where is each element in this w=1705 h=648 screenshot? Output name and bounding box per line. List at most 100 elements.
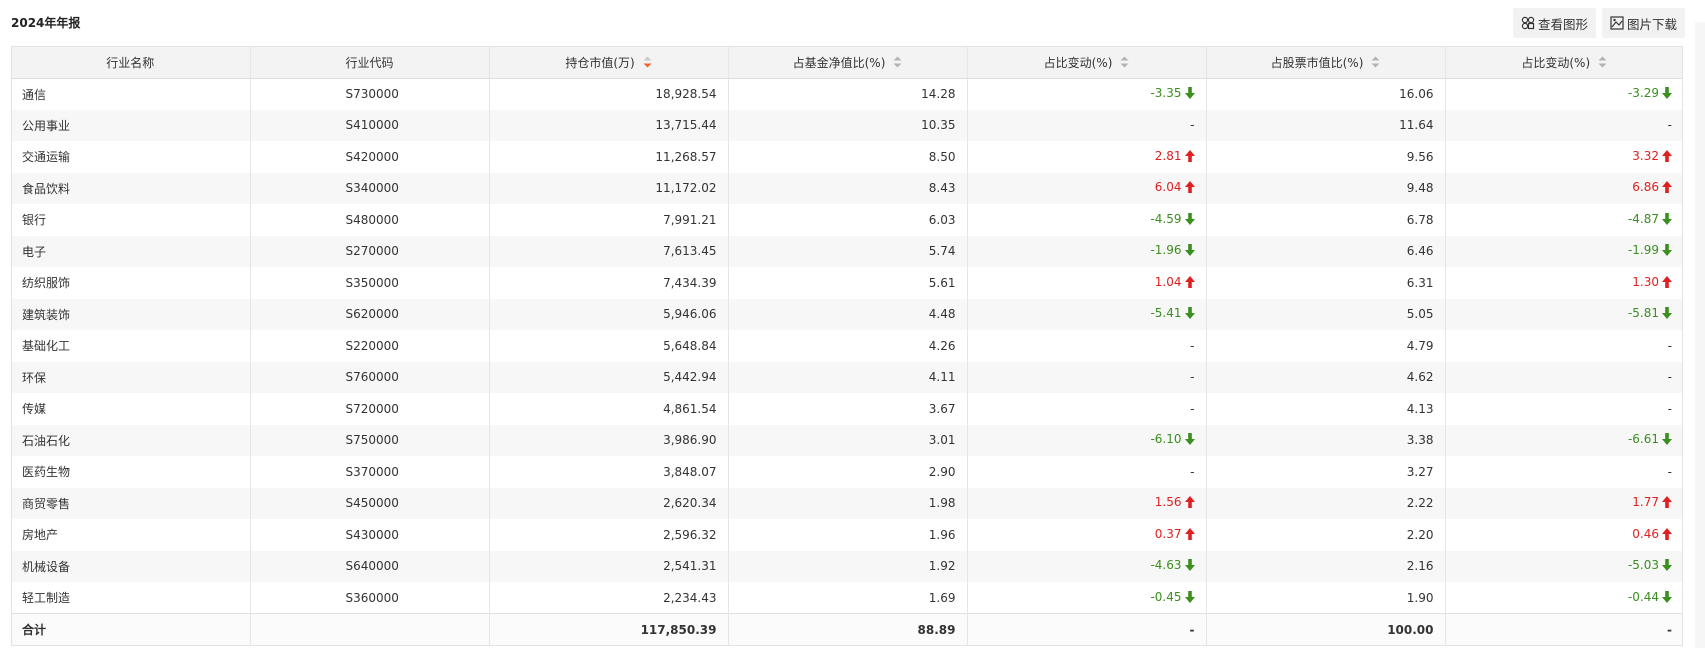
sort-icon[interactable] <box>1371 56 1380 71</box>
industry-name-cell: 交通运输 <box>11 141 251 173</box>
header-holding-value[interactable]: 持仓市值(万) <box>489 46 729 79</box>
nav-change-cell: -0.45 <box>967 582 1207 614</box>
report-header: 2024年年报 查看图形 图片下载 <box>0 0 1705 46</box>
nav-pct-cell: 5.61 <box>728 267 968 299</box>
industry-code-cell: S430000 <box>250 519 490 551</box>
stock-pct-cell: 2.20 <box>1206 519 1446 551</box>
industry-name-cell: 房地产 <box>11 519 251 551</box>
table-row[interactable]: 房地产 S430000 2,596.32 1.96 0.37 2.20 0.46 <box>11 519 1683 551</box>
nav-pct-cell: 5.74 <box>728 235 968 267</box>
industry-code-cell: S720000 <box>250 393 490 425</box>
industry-name-cell: 传媒 <box>11 393 251 425</box>
table-row[interactable]: 环保 S760000 5,442.94 4.11-4.62- <box>11 361 1683 393</box>
view-chart-label: 查看图形 <box>1537 16 1588 32</box>
nav-pct-cell: 4.11 <box>728 361 968 393</box>
holding-value-cell: 5,648.84 <box>489 330 729 362</box>
stock-change-cell: -1.99 <box>1445 236 1683 268</box>
table-row[interactable]: 交通运输 S420000 11,268.57 8.50 2.81 9.56 3.32 <box>11 141 1683 173</box>
header-nav-change[interactable]: 占比变动(%) <box>967 46 1207 79</box>
table-row[interactable]: 传媒 S720000 4,861.54 3.67-4.13- <box>11 393 1683 425</box>
arrow-down-icon <box>1184 590 1195 606</box>
stock-pct-cell: 2.22 <box>1206 487 1446 519</box>
arrow-down-icon <box>1662 87 1672 102</box>
stock-change-cell: - <box>1445 110 1683 142</box>
arrow-up-icon <box>1662 275 1672 291</box>
sort-icon[interactable] <box>1598 56 1607 71</box>
industry-name-cell: 纺织服饰 <box>11 267 251 299</box>
download-image-button[interactable]: 图片下载 <box>1601 8 1685 38</box>
stock-change-cell: -4.87 <box>1445 204 1683 236</box>
industry-code-cell: S270000 <box>250 235 490 267</box>
arrow-up-icon <box>1184 527 1195 543</box>
stock-pct-cell: 16.06 <box>1206 78 1446 110</box>
sort-desc-active-icon[interactable] <box>643 56 652 71</box>
table-row[interactable]: 公用事业 S410000 13,715.44 10.35-11.64- <box>11 109 1683 142</box>
stock-pct-cell: 11.64 <box>1206 109 1446 141</box>
industry-name-cell: 石油石化 <box>11 424 251 456</box>
stock-change-cell-value: - <box>1667 338 1672 353</box>
total-value: 117,850.39 <box>489 613 729 645</box>
industry-code-cell: S360000 <box>250 582 490 614</box>
table-row[interactable]: 基础化工 S220000 5,648.84 4.26-4.79- <box>11 330 1683 362</box>
stock-change-cell: 6.86 <box>1445 173 1683 205</box>
holding-value-cell: 5,442.94 <box>489 361 729 393</box>
holding-value-cell: 7,613.45 <box>489 235 729 267</box>
nav-change-cell-value: - <box>1190 401 1195 416</box>
image-download-icon <box>1610 16 1624 30</box>
nav-change-cell: - <box>967 361 1207 393</box>
header-stock-change[interactable]: 占比变动(%) <box>1445 46 1683 79</box>
arrow-up-icon <box>1184 496 1195 511</box>
holding-value-cell: 5,946.06 <box>489 298 729 330</box>
nav-change-cell: - <box>967 109 1207 141</box>
table-row[interactable]: 医药生物 S370000 3,848.07 2.90-3.27- <box>11 456 1683 488</box>
nav-change-cell: - <box>967 330 1207 362</box>
table-row[interactable]: 食品饮料 S340000 11,172.02 8.43 6.04 9.48 6.86 <box>11 172 1683 205</box>
table-row[interactable]: 银行 S480000 7,991.21 6.03 -4.59 6.78 -4.87 <box>11 204 1683 236</box>
table-row[interactable]: 轻工制造 S360000 2,234.43 1.69 -0.45 1.90 -0.44 <box>11 582 1683 614</box>
industry-name-cell: 轻工制造 <box>11 582 251 614</box>
arrow-up-icon <box>1184 149 1195 165</box>
table-row[interactable]: 石油石化 S750000 3,986.90 3.01 -6.10 3.38 -6.61 <box>11 424 1683 456</box>
arrow-down-icon <box>1184 559 1195 574</box>
stock-change-cell: - <box>1445 393 1683 425</box>
nav-change-cell: -1.96 <box>967 235 1207 267</box>
stock-change-cell-value: -0.44 <box>1627 589 1659 604</box>
sort-icon[interactable] <box>893 56 902 71</box>
stock-change-cell-value: -5.81 <box>1627 306 1659 321</box>
view-chart-button[interactable]: 查看图形 <box>1512 8 1596 38</box>
nav-change-cell-value: 1.56 <box>1154 495 1182 510</box>
download-image-label: 图片下载 <box>1626 16 1677 32</box>
arrow-down-icon <box>1184 212 1195 228</box>
nav-change-cell: -4.59 <box>967 204 1207 236</box>
nav-pct-cell: 14.28 <box>728 78 968 110</box>
arrow-down-icon <box>1662 433 1672 448</box>
nav-pct-cell: 3.67 <box>728 393 968 425</box>
table-row[interactable]: 机械设备 S640000 2,541.31 1.92 -4.63 2.16 -5.03 <box>11 550 1683 582</box>
stock-pct-cell: 3.27 <box>1206 456 1446 488</box>
arrow-up-icon <box>1662 527 1672 543</box>
stock-pct-cell: 9.48 <box>1206 172 1446 204</box>
sort-icon[interactable] <box>1120 56 1129 71</box>
header-stock-pct[interactable]: 占股票市值比(%) <box>1206 46 1446 79</box>
industry-code-cell: S620000 <box>250 298 490 330</box>
nav-change-cell-value: 6.04 <box>1154 180 1182 195</box>
table-row[interactable]: 建筑装饰 S620000 5,946.06 4.48 -5.41 5.05 -5.81 <box>11 298 1683 330</box>
stock-change-cell-value: 6.86 <box>1632 180 1659 195</box>
table-row[interactable]: 电子 S270000 7,613.45 5.74 -1.96 6.46 -1.99 <box>11 235 1683 268</box>
table-row[interactable]: 商贸零售 S450000 2,620.34 1.98 1.56 2.22 1.77 <box>11 487 1683 519</box>
nav-change-cell: 1.56 <box>967 487 1207 519</box>
table-row[interactable]: 纺织服饰 S350000 7,434.39 5.61 1.04 6.31 1.30 <box>11 267 1683 299</box>
vertical-scrollbar[interactable] <box>1695 22 1705 648</box>
header-nav-pct[interactable]: 占基金净值比(%) <box>728 46 968 79</box>
industry-code-cell: S450000 <box>250 487 490 519</box>
stock-pct-cell: 4.62 <box>1206 361 1446 393</box>
table-row[interactable]: 通信 S730000 18,928.54 14.28 -3.35 16.06 -3.29 <box>11 78 1683 110</box>
nav-change-cell: -6.10 <box>967 424 1207 456</box>
industry-name-cell: 公用事业 <box>11 109 251 141</box>
nav-change-cell: -4.63 <box>967 550 1207 582</box>
nav-pct-cell: 1.92 <box>728 550 968 582</box>
industry-holdings-table: 行业名称 行业代码 持仓市值(万) 占基金净值比(%) 占比变动(%) 占股票市… <box>11 46 1683 645</box>
stock-pct-cell: 2.16 <box>1206 550 1446 582</box>
arrow-down-icon <box>1184 244 1195 259</box>
stock-pct-cell: 3.38 <box>1206 424 1446 456</box>
